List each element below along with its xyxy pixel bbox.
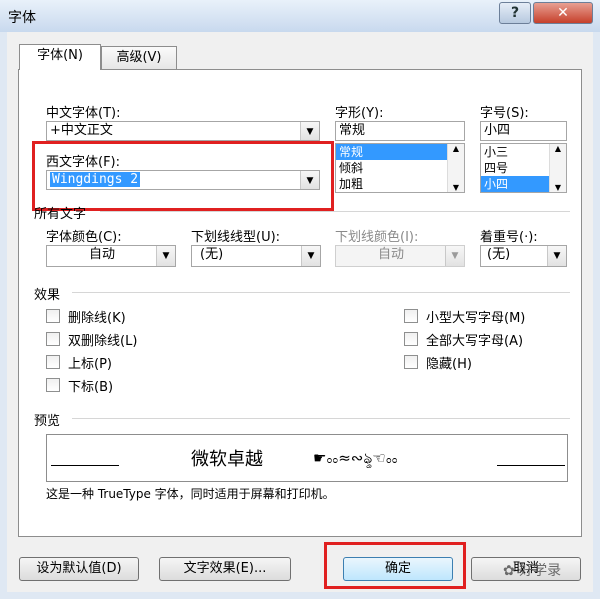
list-item[interactable]: 常规 (336, 144, 464, 160)
underline-color-label: 下划线颜色(I): (335, 230, 419, 245)
underline-style-dropdown[interactable]: (无) ▼ (191, 245, 321, 267)
strikethrough-label: 删除线(K) (68, 311, 126, 326)
chevron-down-icon[interactable]: ▼ (301, 246, 320, 266)
strikethrough-checkbox[interactable] (46, 309, 60, 323)
double-strikethrough-label: 双删除线(L) (68, 334, 138, 349)
subscript-checkbox[interactable] (46, 378, 60, 392)
tab-font[interactable]: 字体(N) (19, 44, 101, 70)
hidden-checkbox[interactable] (404, 355, 418, 369)
emphasis-value: (无) (487, 247, 511, 262)
list-item[interactable]: 倾斜 (336, 160, 464, 176)
double-strikethrough-checkbox[interactable] (46, 332, 60, 346)
chevron-down-icon[interactable]: ▼ (156, 246, 175, 266)
style-input[interactable]: 常规 (335, 121, 465, 141)
size-list[interactable]: 小三 四号 小四 ▲ ▼ (480, 143, 567, 193)
watermark: ✿ 好学录 (503, 560, 561, 580)
underline-style-label: 下划线线型(U): (191, 230, 281, 245)
chevron-down-icon: ▼ (445, 246, 464, 266)
underline-color-value: 自动 (377, 247, 404, 262)
annotation-box (32, 141, 334, 211)
size-label: 字号(S): (480, 106, 529, 121)
small-caps-label: 小型大写字母(M) (426, 311, 526, 326)
preview-symbol-text: ☛ೲ≈∾ৡ☜ೲ (313, 449, 398, 467)
scrollbar[interactable]: ▲ ▼ (549, 144, 566, 192)
text-effects-button[interactable]: 文字效果(E)... (159, 557, 291, 581)
divider (100, 211, 570, 212)
emphasis-dropdown[interactable]: (无) ▼ (480, 245, 567, 267)
window-title: 字体 (8, 10, 36, 26)
font-color-label: 字体颜色(C): (46, 230, 122, 245)
effects-heading: 效果 (34, 288, 61, 303)
chevron-down-icon[interactable]: ▼ (300, 122, 319, 140)
superscript-label: 上标(P) (68, 357, 112, 372)
baseline-left (51, 465, 119, 466)
chevron-down-icon[interactable]: ▼ (547, 246, 566, 266)
style-list[interactable]: 常规 倾斜 加粗 ▲ ▼ (335, 143, 465, 193)
emphasis-label: 着重号(·): (480, 230, 538, 245)
watermark-text: 好学录 (519, 563, 562, 579)
preview-box: 微软卓越 ☛ೲ≈∾ৡ☜ೲ (46, 434, 568, 482)
close-button[interactable]: ✕ (533, 2, 593, 24)
font-color-value: 自动 (88, 247, 115, 262)
hidden-label: 隐藏(H) (426, 357, 472, 372)
all-caps-checkbox[interactable] (404, 332, 418, 346)
chevron-up-icon[interactable]: ▲ (550, 144, 566, 153)
superscript-checkbox[interactable] (46, 355, 60, 369)
chevron-down-icon[interactable]: ▼ (448, 183, 464, 192)
font-color-dropdown[interactable]: 自动 ▼ (46, 245, 176, 267)
all-caps-label: 全部大写字母(A) (426, 334, 524, 349)
style-label: 字形(Y): (335, 106, 384, 121)
chinese-font-combo[interactable]: +中文正文 ▼ (46, 121, 320, 141)
divider (72, 418, 570, 419)
tab-advanced[interactable]: 高级(V) (101, 46, 177, 70)
preview-sample-text: 微软卓越 (191, 449, 263, 470)
scrollbar[interactable]: ▲ ▼ (447, 144, 464, 192)
subscript-label: 下标(B) (68, 380, 114, 395)
all-text-heading: 所有文字 (34, 207, 87, 222)
chevron-up-icon[interactable]: ▲ (448, 144, 464, 153)
set-default-button[interactable]: 设为默认值(D) (19, 557, 139, 581)
divider (72, 292, 570, 293)
chevron-down-icon[interactable]: ▼ (550, 183, 566, 192)
preview-heading: 预览 (34, 414, 61, 429)
wechat-icon: ✿ (503, 563, 515, 579)
baseline-right (497, 465, 565, 466)
size-input[interactable]: 小四 (480, 121, 567, 141)
chinese-font-value: +中文正文 (50, 123, 113, 138)
list-item[interactable]: 加粗 (336, 176, 464, 192)
underline-style-value: (无) (200, 247, 224, 262)
annotation-box (324, 542, 466, 589)
preview-note: 这是一种 TrueType 字体，同时适用于屏幕和打印机。 (46, 487, 335, 501)
underline-color-dropdown: 自动 ▼ (335, 245, 465, 267)
help-button[interactable]: ? (499, 2, 531, 24)
small-caps-checkbox[interactable] (404, 309, 418, 323)
chinese-font-label: 中文字体(T): (46, 106, 121, 121)
